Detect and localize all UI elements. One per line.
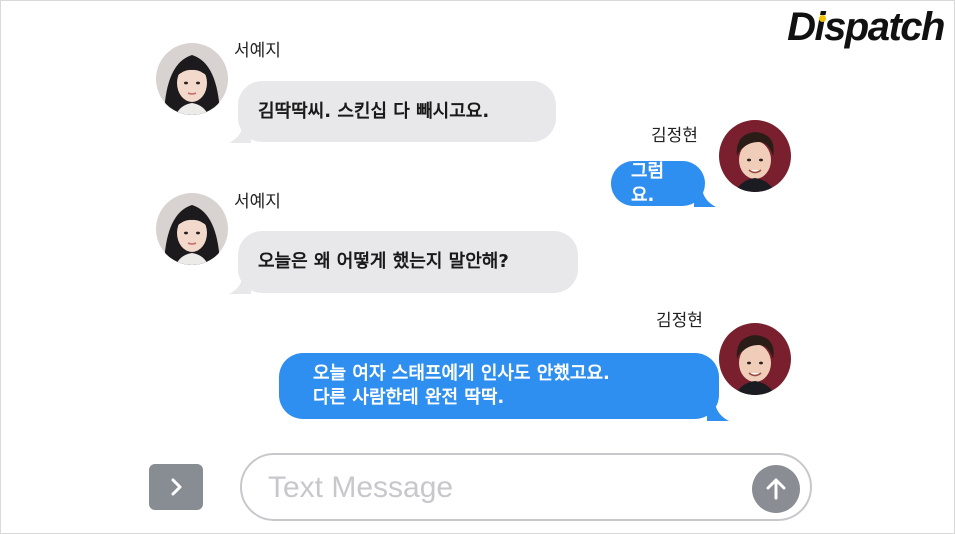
message-text-line-2: 다른 사람한테 완전 딱딱. [313, 387, 505, 408]
avatar-kim-junghyun[interactable] [719, 120, 791, 192]
avatar-kim-junghyun[interactable] [719, 323, 791, 395]
arrow-up-icon [766, 478, 786, 500]
logo-text: Dispatch [787, 5, 945, 49]
sender-name: 김정현 [656, 311, 703, 331]
message-bubble-incoming[interactable]: 김딱딱씨. 스킨십 다 빼시고요. [238, 81, 556, 142]
message-bubble-outgoing[interactable]: 오늘 여자 스태프에게 인사도 안했고요. 다른 사람한테 완전 딱딱. [279, 353, 719, 419]
sender-name: 서예지 [234, 41, 281, 61]
avatar-seo-yeji[interactable] [156, 43, 228, 115]
text-message-input[interactable] [268, 469, 738, 507]
sender-name: 서예지 [234, 192, 281, 212]
chat-screen: Dispatch 서예지 김딱딱씨. 스킨십 다 빼시고요. 김정현 그럼요. … [0, 0, 955, 534]
avatar-seo-yeji[interactable] [156, 193, 228, 265]
avatar-female-icon [156, 43, 228, 115]
avatar-male-icon [719, 323, 791, 395]
dispatch-logo: Dispatch [787, 5, 945, 50]
message-text: 오늘은 왜 어떻게 했는지 말안해? [258, 251, 509, 272]
message-bubble-outgoing[interactable]: 그럼요. [611, 161, 705, 206]
sender-name: 김정현 [651, 126, 698, 146]
message-composer [240, 453, 812, 521]
message-text: 그럼요. [631, 160, 665, 206]
logo-dot [819, 15, 827, 22]
message-text-line-1: 오늘 여자 스태프에게 인사도 안했고요. [313, 363, 610, 384]
expand-apps-button[interactable] [149, 464, 203, 510]
message-bubble-incoming[interactable]: 오늘은 왜 어떻게 했는지 말안해? [238, 231, 578, 293]
send-button[interactable] [752, 465, 800, 513]
chevron-right-icon [171, 478, 182, 496]
avatar-female-icon [156, 193, 228, 265]
avatar-male-icon [719, 120, 791, 192]
message-text: 김딱딱씨. 스킨십 다 빼시고요. [258, 100, 490, 122]
